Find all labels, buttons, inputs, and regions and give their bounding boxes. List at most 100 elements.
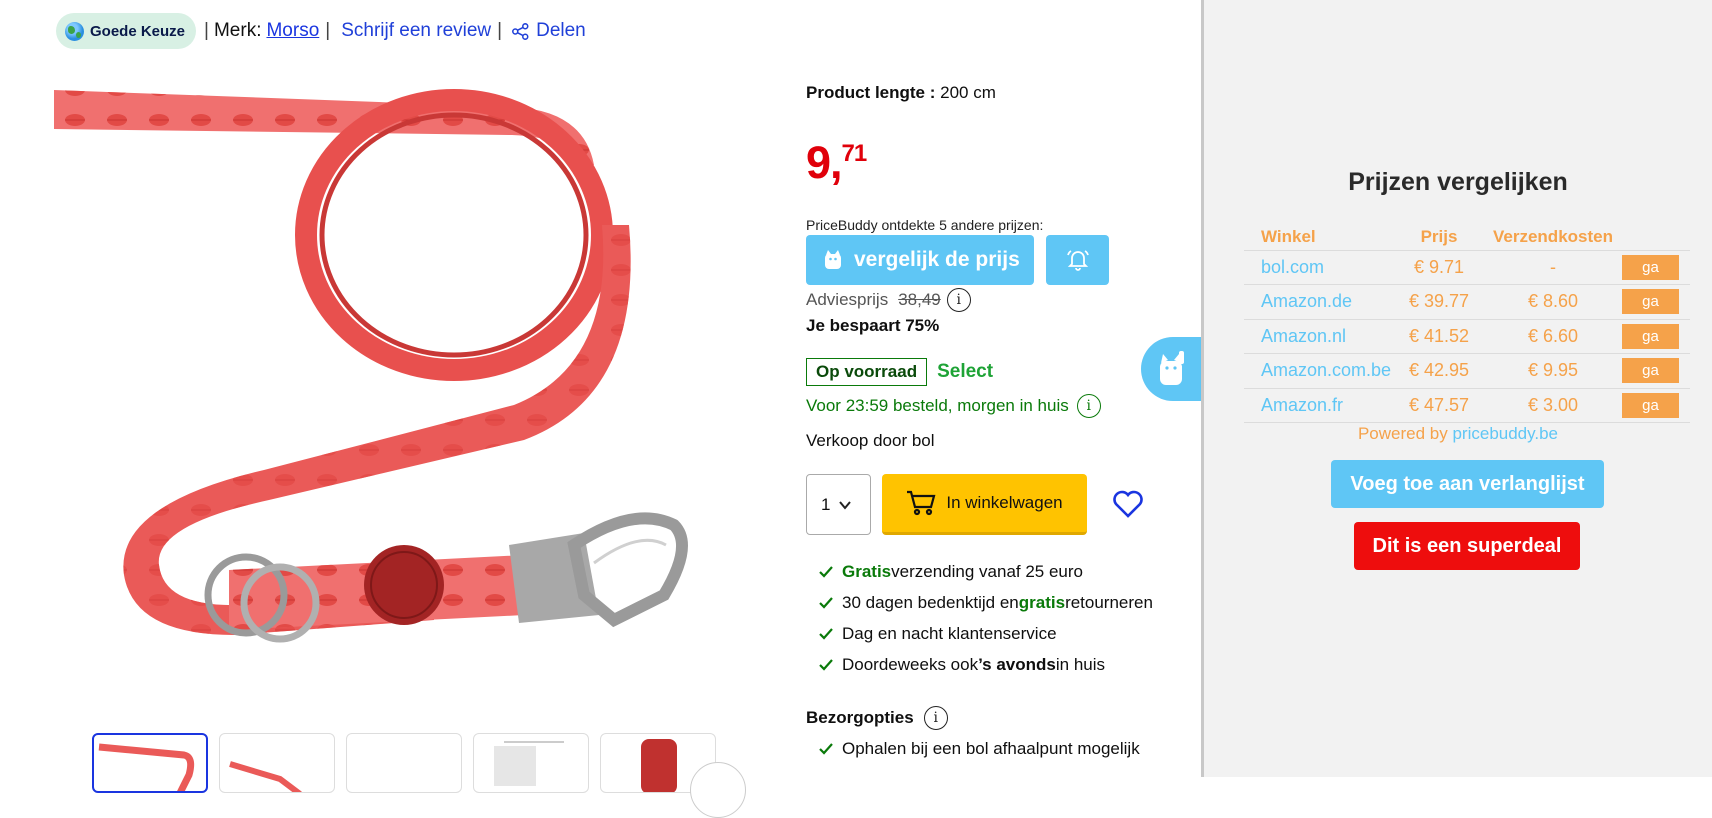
store-link[interactable]: Amazon.com.be	[1244, 353, 1394, 388]
column-header: Winkel	[1261, 226, 1316, 246]
thumbnail[interactable]	[473, 733, 589, 793]
pickup-text: Ophalen bij een bol afhaalpunt mogelijk	[842, 739, 1140, 758]
usp-bold: ’s avonds	[978, 654, 1056, 674]
heart-icon[interactable]	[1112, 489, 1144, 519]
thumbnail[interactable]	[346, 733, 462, 793]
price-cell: € 9.71	[1394, 249, 1484, 285]
list-item: Gratis verzending vanaf 25 euro	[818, 556, 1153, 587]
usp-text: Doordeweeks ook	[842, 654, 979, 674]
check-icon	[819, 565, 833, 578]
table-row: Amazon.de € 39.77 € 8.60 ga	[1244, 284, 1690, 319]
table-row: Amazon.com.be € 42.95 € 9.95 ga	[1244, 353, 1690, 388]
write-review-link[interactable]: Schrijf een review	[341, 20, 491, 42]
delivery-options-title: Bezorgopties i	[806, 706, 948, 730]
panel-title: Prijzen vergelijken	[1348, 168, 1568, 196]
spec-label: Product lengte :	[806, 83, 936, 102]
go-button[interactable]: ga	[1622, 358, 1679, 384]
stock-status: Op voorraad	[806, 358, 928, 386]
shipping-cell: € 8.60	[1484, 284, 1622, 319]
column-header: Prijs	[1420, 226, 1458, 246]
separator: |	[325, 20, 331, 41]
usp-bold: gratis	[1018, 592, 1066, 612]
info-icon[interactable]: i	[1076, 394, 1101, 418]
shipping-cell: -	[1484, 249, 1622, 285]
spec-value: 200 cm	[940, 83, 996, 102]
check-icon	[819, 627, 833, 640]
superdeal-button[interactable]: Dit is een superdeal	[1354, 522, 1580, 570]
delivery-promise: Voor 23:59 besteld, morgen in huis i	[806, 394, 1101, 418]
quantity-select[interactable]: 1	[806, 474, 871, 535]
brand-link[interactable]: Morso	[266, 20, 319, 42]
price-cents: 71	[841, 140, 868, 167]
pricebuddy-panel: Prijzen vergelijken Winkel Prijs Verzend…	[1201, 0, 1712, 777]
cart-icon	[907, 490, 936, 516]
thumbnail-next-button[interactable]	[690, 762, 746, 818]
shipping-cell: € 6.60	[1484, 318, 1622, 354]
add-to-cart-button[interactable]: In winkelwagen	[882, 474, 1087, 535]
quantity-value: 1	[821, 494, 831, 514]
list-item: Doordeweeks ook ’s avonds in huis	[818, 649, 1153, 680]
table-header-row: Winkel Prijs Verzendkosten	[1244, 224, 1690, 250]
bell-icon	[1066, 250, 1089, 271]
go-button[interactable]: ga	[1622, 254, 1679, 280]
goede-keuze-badge[interactable]: Goede Keuze	[56, 13, 197, 49]
store-link[interactable]: Amazon.de	[1244, 284, 1394, 319]
go-button[interactable]: ga	[1622, 323, 1679, 349]
pricebuddy-link[interactable]: pricebuddy.be	[1452, 424, 1558, 443]
advice-label: Adviesprijs	[806, 290, 889, 309]
usp-text: retourneren	[1065, 592, 1153, 612]
go-button[interactable]: ga	[1622, 289, 1679, 315]
product-meta-bar: Goede Keuze | Merk: Morso | Schrijf een …	[56, 13, 586, 49]
pricebuddy-notice: PriceBuddy ontdekte 5 andere prijzen:	[806, 217, 1044, 233]
cat-icon	[1160, 351, 1184, 385]
seller-text: Verkoop door bol	[806, 431, 935, 450]
store-link[interactable]: bol.com	[1244, 249, 1394, 285]
store-link[interactable]: Amazon.nl	[1244, 318, 1394, 354]
advice-price: 38,49	[898, 290, 941, 309]
check-icon	[819, 596, 833, 609]
list-item: Dag en nacht klantenservice	[818, 618, 1153, 649]
price-cell: € 39.77	[1394, 284, 1484, 319]
go-cell: ga	[1622, 353, 1690, 388]
usp-text: verzending vanaf 25 euro	[891, 561, 1083, 581]
table-row: Amazon.nl € 41.52 € 6.60 ga	[1244, 318, 1690, 354]
compare-price-button[interactable]: vergelijk de prijs	[806, 235, 1034, 285]
pricebuddy-toggle[interactable]	[1141, 337, 1201, 401]
pickup-option: Ophalen bij een bol afhaalpunt mogelijk	[818, 739, 1140, 759]
usp-bold: Gratis	[842, 561, 892, 581]
info-icon[interactable]: i	[923, 706, 948, 730]
select-label[interactable]: Select	[937, 361, 993, 383]
info-icon[interactable]: i	[946, 288, 971, 312]
separator: |	[497, 20, 503, 41]
column-header	[1622, 224, 1690, 250]
globe-icon	[65, 21, 84, 41]
table-row: Amazon.fr € 47.57 € 3.00 ga	[1244, 387, 1690, 423]
share-icon[interactable]	[511, 22, 530, 41]
check-icon	[819, 658, 833, 671]
column-header: Verzendkosten	[1493, 226, 1613, 246]
go-cell: ga	[1622, 284, 1690, 319]
price-cell: € 41.52	[1394, 318, 1484, 354]
price-cell: € 42.95	[1394, 353, 1484, 388]
table-row: bol.com € 9.71 - ga	[1244, 249, 1690, 285]
price-alert-button[interactable]	[1046, 235, 1109, 285]
saving-text: Je bespaart 75%	[806, 316, 940, 335]
price-cell: € 47.57	[1394, 387, 1484, 423]
powered-by: Powered by pricebuddy.be	[1204, 424, 1712, 444]
check-icon	[819, 743, 833, 755]
thumbnail[interactable]	[219, 733, 335, 793]
stock-row: Op voorraad Select	[806, 358, 993, 386]
go-cell: ga	[1622, 387, 1690, 423]
list-item: 30 dagen bedenktijd en gratis retournere…	[818, 587, 1153, 618]
usp-text: 30 dagen bedenktijd en	[842, 592, 1019, 612]
product-image[interactable]	[54, 75, 754, 703]
add-to-wishlist-button[interactable]: Voeg toe aan verlanglijst	[1331, 460, 1604, 508]
share-link[interactable]: Delen	[536, 20, 586, 42]
usp-list: Gratis verzending vanaf 25 euro 30 dagen…	[818, 556, 1153, 680]
price-comparison-table: Winkel Prijs Verzendkosten bol.com € 9.7…	[1244, 224, 1690, 423]
go-button[interactable]: ga	[1622, 392, 1679, 418]
store-link[interactable]: Amazon.fr	[1244, 387, 1394, 423]
chevron-down-icon	[839, 500, 852, 510]
brand-prefix: Merk:	[213, 20, 262, 41]
thumbnail[interactable]	[92, 733, 208, 793]
